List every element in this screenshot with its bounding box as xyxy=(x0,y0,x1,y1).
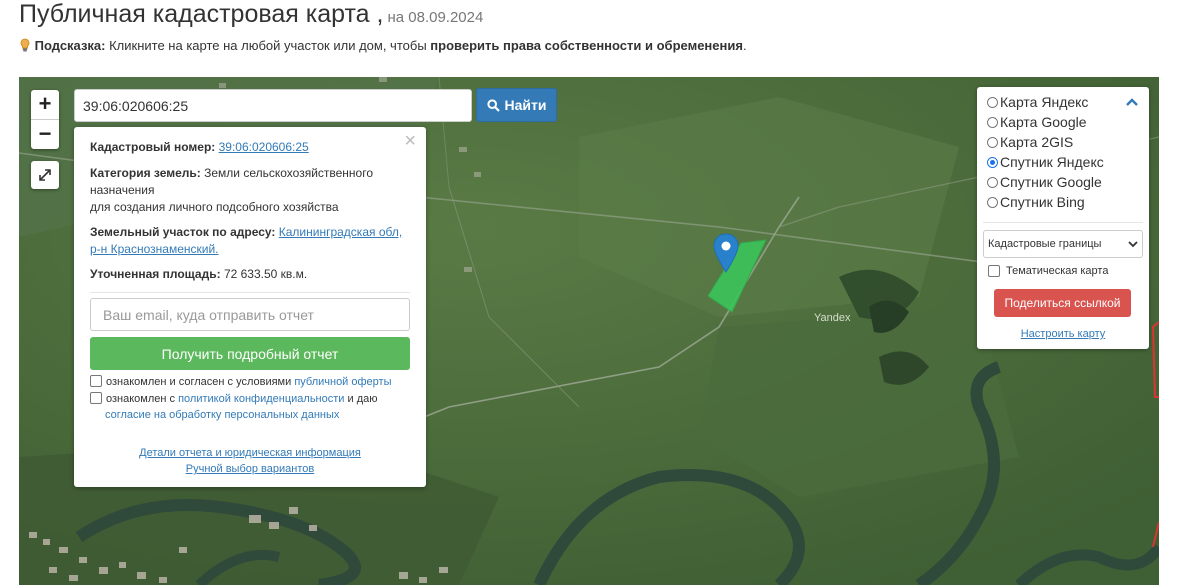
layer-radio[interactable] xyxy=(987,136,998,148)
yandex-watermark: Yandex xyxy=(814,312,851,324)
search-button-label: Найти xyxy=(504,97,547,113)
layer-option-bing-satellite[interactable]: Спутник Bing xyxy=(987,192,1085,212)
page-title-text: Публичная кадастровая карта xyxy=(19,0,370,28)
layer-label: Карта Яндекс xyxy=(1000,94,1089,110)
land-category-row: Категория земель: Земли сельскохозяйстве… xyxy=(90,165,408,216)
privacy-text-2: и даю xyxy=(344,393,378,405)
address-label: Земельный участок по адресу: xyxy=(90,225,276,239)
layer-label: Спутник Яндекс xyxy=(1000,154,1104,170)
chevron-up-icon[interactable] xyxy=(1125,97,1139,107)
land-category-label: Категория земель: xyxy=(90,166,201,180)
manual-links: Ручной выбор вариантов xyxy=(74,463,426,475)
thematic-map-toggle[interactable]: Тематическая карта xyxy=(988,265,1108,277)
layer-radio[interactable] xyxy=(987,196,998,208)
layer-label: Карта 2GIS xyxy=(1000,134,1074,150)
zoom-out-button[interactable]: − xyxy=(31,120,59,149)
get-report-button[interactable]: Получить подробный отчет xyxy=(90,337,410,370)
parcel-info-popup: × Кадастровый номер: 39:06:020606:25 Кат… xyxy=(74,127,426,487)
email-field[interactable] xyxy=(90,298,410,331)
offer-checkbox[interactable] xyxy=(90,375,102,387)
page-date: на 08.09.2024 xyxy=(387,9,484,26)
hint-line: Подсказка: Кликните на карте на любой уч… xyxy=(19,38,747,53)
layer-option-yandex-map[interactable]: Карта Яндекс xyxy=(987,92,1088,112)
layer-label: Спутник Bing xyxy=(1000,194,1085,210)
land-category-purpose: для создания личного подсобного хозяйств… xyxy=(90,200,339,214)
privacy-checkbox[interactable] xyxy=(90,392,102,404)
address-row: Земельный участок по адресу: Калининград… xyxy=(90,224,408,258)
layer-label: Спутник Google xyxy=(1000,174,1102,190)
privacy-policy-link[interactable]: политикой конфиденциальности xyxy=(178,393,344,405)
layer-option-google-map[interactable]: Карта Google xyxy=(987,112,1087,132)
area-value: 72 633.50 кв.м. xyxy=(223,267,308,281)
offer-agreement: ознакомлен и согласен с условиями публич… xyxy=(90,374,420,390)
layers-panel: Карта Яндекс Карта Google Карта 2GIS Спу… xyxy=(977,87,1149,349)
area-label: Уточненная площадь: xyxy=(90,267,221,281)
title-separator: , xyxy=(376,0,384,28)
layer-label: Карта Google xyxy=(1000,114,1087,130)
report-details-link[interactable]: Детали отчета и юридическая информация xyxy=(139,447,361,459)
layer-option-2gis-map[interactable]: Карта 2GIS xyxy=(987,132,1073,152)
layer-option-yandex-satellite[interactable]: Спутник Яндекс xyxy=(987,152,1104,172)
search-button[interactable]: Найти xyxy=(476,88,557,122)
cadastral-search-input[interactable] xyxy=(74,89,472,122)
hint-label: Подсказка: xyxy=(34,38,106,53)
search-icon xyxy=(486,98,500,112)
thematic-checkbox[interactable] xyxy=(988,265,1000,277)
chevron-down-icon xyxy=(1128,241,1138,248)
layer-radio[interactable] xyxy=(987,116,998,128)
configure-map-link[interactable]: Настроить карту xyxy=(977,328,1149,340)
cadastral-number-link[interactable]: 39:06:020606:25 xyxy=(219,140,309,154)
public-offer-link[interactable]: публичной оферты xyxy=(294,376,391,388)
expand-icon xyxy=(39,169,51,181)
popup-divider xyxy=(90,292,410,293)
privacy-agreement: ознакомлен с политикой конфиденциальност… xyxy=(90,391,420,423)
cadastral-number-label: Кадастровый номер: xyxy=(90,140,216,154)
lightbulb-icon xyxy=(19,38,31,53)
cadastral-number-row: Кадастровый номер: 39:06:020606:25 xyxy=(90,139,408,156)
layer-radio[interactable] xyxy=(987,96,998,108)
zoom-control: + − xyxy=(31,90,59,149)
fullscreen-button[interactable] xyxy=(31,161,59,189)
personal-data-consent-link[interactable]: согласие на обработку персональных данны… xyxy=(105,409,339,421)
boundaries-select[interactable]: Кадастровые границы xyxy=(983,230,1143,258)
layer-radio[interactable] xyxy=(987,156,998,168)
layer-option-google-satellite[interactable]: Спутник Google xyxy=(987,172,1102,192)
zoom-in-button[interactable]: + xyxy=(31,90,59,120)
layer-radio[interactable] xyxy=(987,176,998,188)
hint-bold-text: проверить права собственности и обремене… xyxy=(430,38,743,53)
layers-divider xyxy=(983,222,1143,223)
share-link-button[interactable]: Поделиться ссылкой xyxy=(994,289,1131,317)
manual-selection-link[interactable]: Ручной выбор вариантов xyxy=(186,463,314,475)
area-row: Уточненная площадь: 72 633.50 кв.м. xyxy=(90,266,408,283)
map-view[interactable]: Yandex + − Найти × Кадастровый номер: 39… xyxy=(19,77,1159,585)
details-links: Детали отчета и юридическая информация xyxy=(74,447,426,459)
page-title: Публичная кадастровая карта , на 08.09.20… xyxy=(19,0,483,29)
hint-end: . xyxy=(742,38,747,53)
boundaries-select-value: Кадастровые границы xyxy=(988,238,1102,250)
privacy-text: ознакомлен с xyxy=(106,393,179,405)
thematic-label: Тематическая карта xyxy=(1006,265,1109,277)
offer-text: ознакомлен и согласен с условиями xyxy=(106,376,295,388)
hint-text: Кликните на карте на любой участок или д… xyxy=(105,38,431,53)
